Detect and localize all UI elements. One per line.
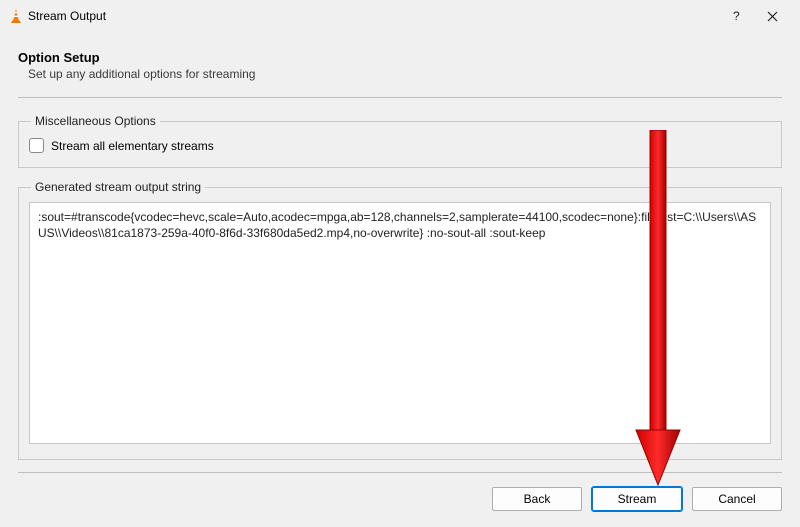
content-area: Option Setup Set up any additional optio… (0, 32, 800, 460)
back-button[interactable]: Back (492, 487, 582, 511)
stream-button[interactable]: Stream (592, 487, 682, 511)
svg-text:?: ? (733, 10, 740, 22)
divider-top (18, 97, 782, 98)
stream-all-elementary-label: Stream all elementary streams (51, 139, 214, 153)
misc-options-group: Miscellaneous Options Stream all element… (18, 114, 782, 168)
page-heading: Option Setup (18, 50, 782, 65)
help-button[interactable]: ? (718, 0, 754, 32)
vlc-cone-icon (8, 8, 24, 24)
cancel-button[interactable]: Cancel (692, 487, 782, 511)
titlebar: Stream Output ? (0, 0, 800, 32)
generated-output-group: Generated stream output string (18, 180, 782, 460)
generated-output-legend: Generated stream output string (31, 180, 205, 194)
window-title: Stream Output (28, 9, 106, 23)
stream-all-elementary-checkbox[interactable] (29, 138, 44, 153)
close-button[interactable] (754, 0, 790, 32)
footer-buttons: Back Stream Cancel (0, 471, 800, 527)
stream-all-elementary-row[interactable]: Stream all elementary streams (29, 136, 771, 155)
misc-options-legend: Miscellaneous Options (31, 114, 160, 128)
generated-output-textarea[interactable] (29, 202, 771, 444)
page-subheading: Set up any additional options for stream… (28, 67, 782, 81)
